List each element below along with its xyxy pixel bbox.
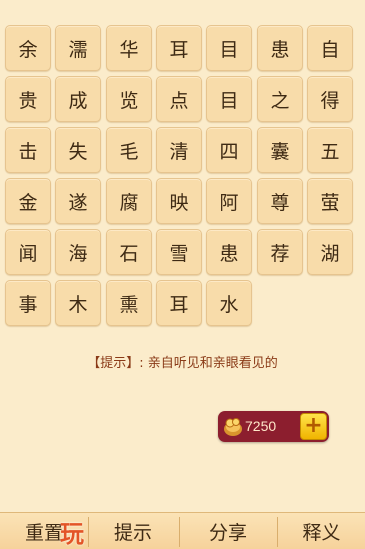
character-tile[interactable]: 四 <box>206 127 252 173</box>
character-tile[interactable]: 金 <box>5 178 51 224</box>
character-tile[interactable]: 目 <box>206 25 252 71</box>
character-tile[interactable]: 贵 <box>5 76 51 122</box>
character-tile[interactable]: 点 <box>156 76 202 122</box>
character-tile[interactable]: 阿 <box>206 178 252 224</box>
character-tile[interactable]: 濡 <box>55 25 101 71</box>
character-tile[interactable]: 熏 <box>106 280 152 326</box>
character-tile[interactable]: 自 <box>307 25 353 71</box>
coin-counter: 7250 + <box>218 411 329 442</box>
hint-tag: 【提示】: <box>87 356 144 371</box>
character-tile[interactable]: 闻 <box>5 229 51 275</box>
coin-count: 7250 <box>245 418 277 434</box>
character-tile[interactable]: 清 <box>156 127 202 173</box>
character-tile[interactable]: 览 <box>106 76 152 122</box>
character-tile[interactable]: 耳 <box>156 280 202 326</box>
character-tile[interactable]: 海 <box>55 229 101 275</box>
hint-line: 【提示】: 亲自听见和亲眼看见的 <box>0 352 365 371</box>
character-tile[interactable]: 荐 <box>257 229 303 275</box>
character-tile[interactable]: 尊 <box>257 178 303 224</box>
explain-button[interactable]: 释义 <box>278 513 365 549</box>
coin-pouch-icon <box>224 418 242 436</box>
character-tile[interactable]: 目 <box>206 76 252 122</box>
character-tile[interactable]: 失 <box>55 127 101 173</box>
character-tile[interactable]: 余 <box>5 25 51 71</box>
character-tile[interactable]: 耳 <box>156 25 202 71</box>
character-tile[interactable]: 映 <box>156 178 202 224</box>
character-tile[interactable]: 成 <box>55 76 101 122</box>
share-button[interactable]: 分享 <box>180 513 276 549</box>
character-tile[interactable]: 萤 <box>307 178 353 224</box>
character-tile[interactable]: 腐 <box>106 178 152 224</box>
character-tile[interactable]: 事 <box>5 280 51 326</box>
character-tile[interactable]: 湖 <box>307 229 353 275</box>
character-tile[interactable]: 击 <box>5 127 51 173</box>
character-tile[interactable]: 木 <box>55 280 101 326</box>
character-tile[interactable]: 华 <box>106 25 152 71</box>
character-tile[interactable]: 石 <box>106 229 152 275</box>
character-tile[interactable]: 之 <box>257 76 303 122</box>
add-coins-button[interactable]: + <box>300 413 327 440</box>
character-tile[interactable]: 雪 <box>156 229 202 275</box>
character-tile[interactable]: 毛 <box>106 127 152 173</box>
character-tile[interactable]: 五 <box>307 127 353 173</box>
hint-text: 亲自听见和亲眼看见的 <box>147 356 278 371</box>
character-tile[interactable]: 患 <box>206 229 252 275</box>
character-tile[interactable]: 得 <box>307 76 353 122</box>
watermark-logo: 玩 <box>0 512 100 548</box>
hint-button[interactable]: 提示 <box>88 513 178 549</box>
watermark-logo-char: 玩 <box>60 520 84 548</box>
character-tile[interactable]: 遂 <box>55 178 101 224</box>
character-tile[interactable]: 囊 <box>257 127 303 173</box>
character-tile[interactable]: 水 <box>206 280 252 326</box>
character-tile[interactable]: 患 <box>257 25 303 71</box>
